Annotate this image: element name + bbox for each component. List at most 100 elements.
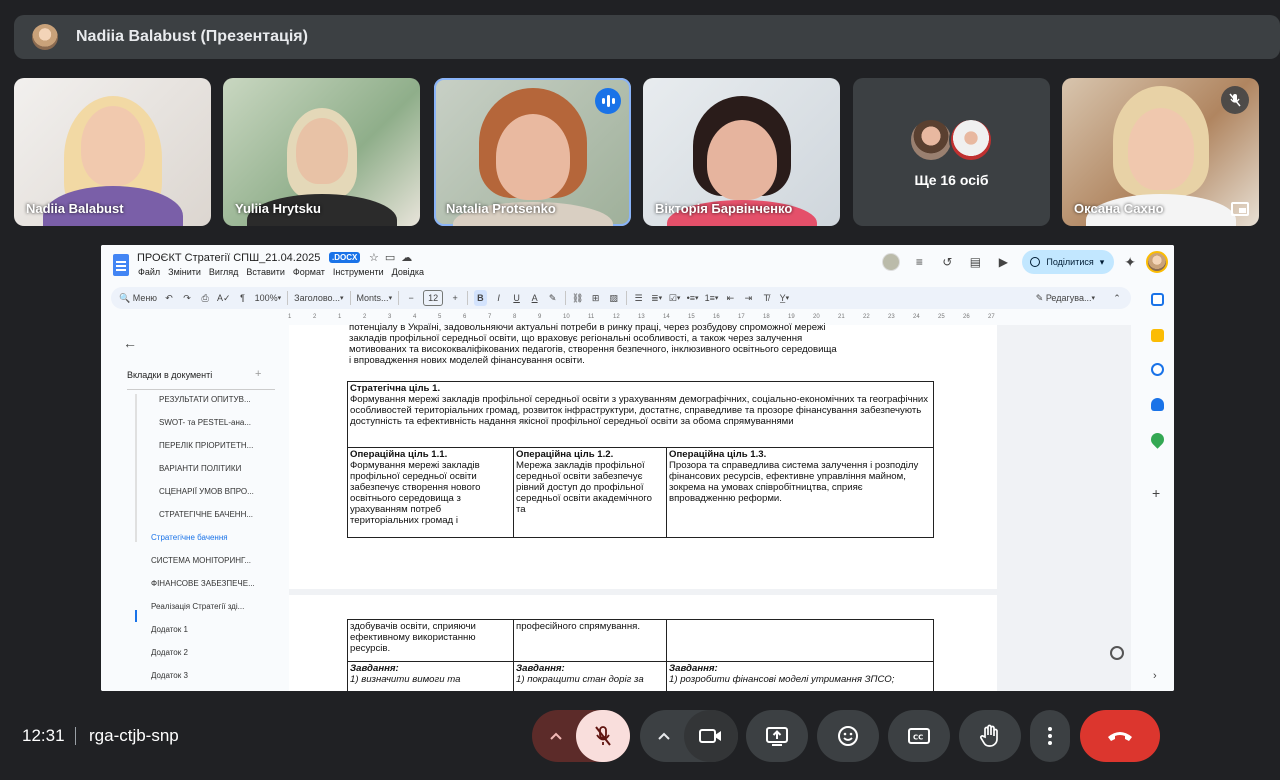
search-menus[interactable]: 🔍 Меню [119,290,157,306]
checklist-icon[interactable]: ☑ [669,290,681,306]
meet-camera-icon[interactable]: ▶ [994,253,1012,271]
grammarly-icon[interactable] [1110,646,1124,660]
back-arrow-icon[interactable]: ← [123,335,137,351]
bold-button[interactable]: B [474,290,487,306]
font-size-increase[interactable]: + [449,290,461,306]
outline-item[interactable]: СИСТЕМА МОНІТОРИНГ... [151,556,251,565]
italic-button[interactable]: I [493,290,505,306]
collapse-menus-icon[interactable]: ⌃ [1111,290,1123,306]
leave-call-button[interactable] [1080,710,1160,762]
redo-icon[interactable]: ↷ [181,290,193,306]
editing-mode-select[interactable]: ✎ Редагува... [1036,290,1095,306]
participant-tile[interactable]: Оксана Сахно [1062,78,1259,226]
menu-edit[interactable]: Змінити [168,267,201,277]
presenter-bar[interactable]: Nadiia Balabust (Презентація) [14,15,1280,59]
op-goal-text: Прозора та справедлива система залучення… [669,460,919,504]
keep-icon[interactable] [1151,329,1164,342]
more-options-button[interactable] [1030,710,1070,762]
image-icon[interactable]: ▨ [608,290,620,306]
outline-item[interactable]: СТРАТЕГІЧНЕ БАЧЕНН... [159,510,253,519]
share-button[interactable]: Поділитися ▾ [1022,250,1115,274]
participant-tile[interactable]: Nadiia Balabust [14,78,211,226]
spellcheck-icon[interactable]: A✓ [217,290,231,306]
history-icon[interactable]: ↺ [938,253,956,271]
add-comment-icon[interactable]: ⊞ [590,290,602,306]
input-tools-icon[interactable]: Y̲ [778,290,790,306]
participant-tile[interactable]: Вікторія Барвінченко [643,78,840,226]
participant-tile[interactable]: Yuliia Hrytsku [223,78,420,226]
outline-item[interactable]: ПЕРЕЛІК ПРІОРИТЕТН... [159,441,253,450]
text-line: закладів профільної середньої освіти, що… [349,333,803,344]
add-addon-icon[interactable]: + [1152,485,1160,501]
contacts-icon[interactable] [1151,398,1164,411]
document-page[interactable]: потенціалу в Україні, задовольняючи акту… [289,322,997,589]
line-spacing-icon[interactable]: ≣ [651,290,663,306]
participant-tile[interactable]: Natalia Protsenko [434,78,631,226]
undo-icon[interactable]: ↶ [163,290,175,306]
docs-logo-icon[interactable] [113,254,129,276]
maps-icon[interactable] [1148,430,1167,449]
present-screen-button[interactable] [746,710,808,762]
camera-toggle-button[interactable] [684,710,738,762]
calendar-icon[interactable] [1151,293,1164,306]
menu-help[interactable]: Довідка [392,267,424,277]
indent-decrease-icon[interactable]: ⇤ [724,290,736,306]
audio-options-button[interactable] [532,710,580,762]
notes-icon[interactable]: ≡ [910,253,928,271]
video-options-button[interactable] [640,710,688,762]
more-participants-tile[interactable]: Ще 16 осіб [853,78,1050,226]
font-size-decrease[interactable]: − [405,290,417,306]
outline-item[interactable]: ФІНАНСОВЕ ЗАБЕЗПЕЧЕ... [151,579,255,588]
svg-text:CC: CC [913,734,923,742]
star-icon[interactable]: ☆ [369,251,379,264]
clear-format-icon[interactable]: T̸ [760,290,772,306]
outline-item[interactable]: РЕЗУЛЬТАТИ ОПИТУВ... [159,395,251,404]
captions-button[interactable]: CC [888,710,950,762]
font-select[interactable]: Monts... [357,290,393,306]
cloud-icon[interactable]: ☁ [401,251,412,264]
menu-file[interactable]: Файл [138,267,160,277]
align-icon[interactable]: ☰ [633,290,645,306]
document-title[interactable]: ПРОЄКТ Стратегії СПШ_21.04.2025 [137,252,320,264]
style-select[interactable]: Заголово... [294,290,343,306]
outline-item[interactable]: SWOT- та PESTEL-ана... [159,418,251,427]
document-page[interactable]: здобувачів освіти, сприяючи ефективному … [289,595,997,691]
comments-icon[interactable]: ▤ [966,253,984,271]
menu-insert[interactable]: Вставити [246,267,285,277]
chevron-right-icon[interactable]: › [1153,670,1157,682]
indent-increase-icon[interactable]: ⇥ [742,290,754,306]
outline-item[interactable]: Додаток 1 [151,625,188,634]
menu-tools[interactable]: Інструменти [333,267,384,277]
text-color-button[interactable]: A [529,290,541,306]
outline-item[interactable]: Реалізація Стратегії зді... [151,602,244,611]
ruler-tick-label: 24 [913,314,920,320]
folder-icon[interactable]: ▭ [385,251,395,264]
gemini-icon[interactable]: ✦ [1124,254,1136,271]
numbered-list-icon[interactable]: 1≡ [705,290,719,306]
outline-item-active[interactable]: Стратегічне бачення [151,533,228,542]
account-avatar[interactable] [1146,251,1168,273]
raise-hand-button[interactable] [959,710,1021,762]
menu-view[interactable]: Вигляд [209,267,239,277]
reactions-button[interactable] [817,710,879,762]
add-tab-icon[interactable]: + [255,368,261,380]
document-canvas[interactable]: потенціалу в Україні, задовольняючи акту… [289,322,1131,691]
pip-icon[interactable] [1231,202,1249,216]
tasks-icon[interactable] [1151,363,1164,376]
underline-button[interactable]: U [511,290,523,306]
outline-item[interactable]: Додаток 3 [151,671,188,680]
print-icon[interactable]: ⎙ [199,290,211,306]
font-size-input[interactable]: 12 [423,290,444,306]
ruler-tick-label: 2 [313,314,317,320]
zoom-select[interactable]: 100% [255,290,282,306]
mic-toggle-button[interactable] [576,710,630,762]
highlight-icon[interactable]: ✎ [547,290,559,306]
paint-format-icon[interactable]: ¶ [237,290,249,306]
menu-format[interactable]: Формат [293,267,325,277]
bullet-list-icon[interactable]: •≡ [687,290,699,306]
outline-item[interactable]: ВАРІАНТИ ПОЛІТИКИ [159,464,241,473]
outline-item[interactable]: СЦЕНАРІЇ УМОВ ВПРО... [159,487,254,496]
link-icon[interactable]: ⛓ [572,290,584,306]
collaborator-avatar[interactable] [882,253,901,271]
outline-item[interactable]: Додаток 2 [151,648,188,657]
